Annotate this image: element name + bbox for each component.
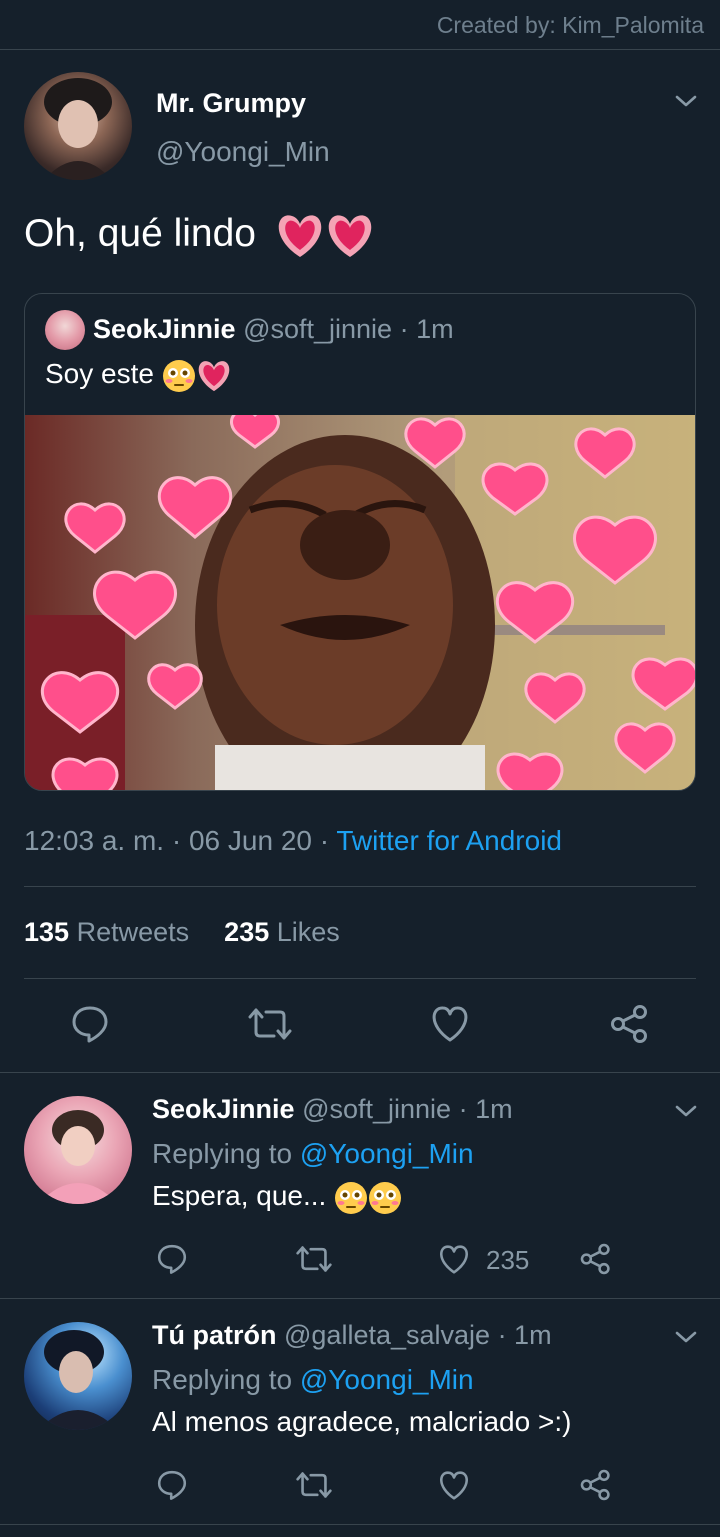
divider bbox=[0, 1072, 720, 1073]
divider bbox=[0, 1298, 720, 1299]
like-icon[interactable] bbox=[438, 1470, 470, 1501]
divider bbox=[24, 886, 696, 887]
flushed-face-icon bbox=[334, 1181, 368, 1215]
tweet-stats: 135 Retweets 235 Likes bbox=[24, 917, 340, 948]
retweet-icon[interactable] bbox=[296, 1470, 332, 1500]
reply-icon[interactable] bbox=[156, 1469, 188, 1501]
quoted-header: SeokJinnie @soft_jinnie · 1m bbox=[93, 314, 454, 345]
quoted-text: Soy este bbox=[45, 358, 232, 393]
share-icon[interactable] bbox=[580, 1243, 612, 1275]
quoted-author-handle[interactable]: @soft_jinnie bbox=[243, 314, 392, 344]
chevron-down-icon[interactable] bbox=[674, 92, 698, 110]
avatar[interactable] bbox=[24, 1322, 132, 1430]
tweet-text-content: Oh, qué lindo bbox=[24, 212, 257, 255]
retweet-icon[interactable] bbox=[248, 1006, 292, 1042]
reply-text: Al menos agradece, malcriado >:) bbox=[152, 1406, 572, 1437]
reply-like-count: 235 bbox=[486, 1245, 530, 1275]
reply-time: · 1m bbox=[497, 1320, 552, 1350]
avatar[interactable] bbox=[24, 1096, 132, 1204]
quoted-time: · 1m bbox=[399, 314, 454, 344]
avatar[interactable] bbox=[24, 72, 132, 180]
reply-icon[interactable] bbox=[70, 1004, 110, 1044]
replying-to-handle[interactable]: @Yoongi_Min bbox=[300, 1364, 474, 1395]
tweet-meta: 12:03 a. m. · 06 Jun 20 · Twitter for An… bbox=[24, 825, 562, 857]
credit-text: Created by: Kim_Palomita bbox=[436, 12, 704, 38]
reply-author-handle[interactable]: @galleta_salvaje bbox=[284, 1320, 490, 1350]
like-icon[interactable] bbox=[430, 1005, 470, 1043]
reply-header: Tú patrón @galleta_salvaje · 1m bbox=[152, 1320, 552, 1351]
sparkling-heart-icon bbox=[325, 213, 375, 259]
sparkling-heart-icon bbox=[275, 213, 325, 259]
reply-text: Espera, que... bbox=[152, 1180, 402, 1215]
retweets-stat[interactable]: 135 Retweets bbox=[24, 917, 189, 947]
quoted-author-name[interactable]: SeokJinnie bbox=[93, 314, 236, 344]
replying-to: Replying to @Yoongi_Min bbox=[152, 1364, 474, 1396]
likes-label: Likes bbox=[276, 917, 340, 947]
author-handle[interactable]: @Yoongi_Min bbox=[156, 136, 330, 168]
quoted-tweet-card[interactable]: SeokJinnie @soft_jinnie · 1m Soy este bbox=[24, 293, 696, 791]
quoted-text-content: Soy este bbox=[45, 358, 154, 389]
chevron-down-icon[interactable] bbox=[674, 1102, 698, 1120]
flushed-face-icon bbox=[368, 1181, 402, 1215]
replying-to: Replying to @Yoongi_Min bbox=[152, 1138, 474, 1170]
author-name[interactable]: Mr. Grumpy bbox=[156, 88, 306, 119]
reply-header: SeokJinnie @soft_jinnie · 1m bbox=[152, 1094, 513, 1125]
retweets-count: 135 bbox=[24, 917, 70, 947]
divider bbox=[0, 1524, 720, 1525]
divider bbox=[24, 978, 696, 979]
tweet-text: Oh, qué lindo bbox=[24, 212, 375, 259]
reply-time: · 1m bbox=[458, 1094, 513, 1124]
reply-author-name[interactable]: Tú patrón bbox=[152, 1320, 276, 1350]
share-icon[interactable] bbox=[580, 1469, 612, 1501]
tweet-source-link[interactable]: Twitter for Android bbox=[336, 825, 562, 856]
header-divider bbox=[0, 49, 720, 50]
quoted-media-image[interactable] bbox=[25, 415, 695, 790]
tweet-timestamp: 12:03 a. m. · 06 Jun 20 · bbox=[24, 825, 330, 856]
reply-text-content: Espera, que... bbox=[152, 1180, 327, 1211]
reply-author-handle[interactable]: @soft_jinnie bbox=[302, 1094, 451, 1124]
likes-count: 235 bbox=[224, 917, 270, 947]
replying-to-handle[interactable]: @Yoongi_Min bbox=[300, 1138, 474, 1169]
reply-author-name[interactable]: SeokJinnie bbox=[152, 1094, 295, 1124]
replying-to-prefix: Replying to bbox=[152, 1138, 293, 1169]
replying-to-prefix: Replying to bbox=[152, 1364, 293, 1395]
like-icon[interactable] bbox=[438, 1244, 470, 1275]
reply-icon[interactable] bbox=[156, 1243, 188, 1275]
retweet-icon[interactable] bbox=[296, 1244, 332, 1274]
sparkling-heart-icon bbox=[196, 359, 232, 393]
share-icon[interactable] bbox=[610, 1004, 650, 1044]
quoted-avatar[interactable] bbox=[45, 310, 85, 350]
flushed-face-icon bbox=[162, 359, 196, 393]
chevron-down-icon[interactable] bbox=[674, 1328, 698, 1346]
likes-stat[interactable]: 235 Likes bbox=[224, 917, 340, 947]
retweets-label: Retweets bbox=[76, 917, 190, 947]
